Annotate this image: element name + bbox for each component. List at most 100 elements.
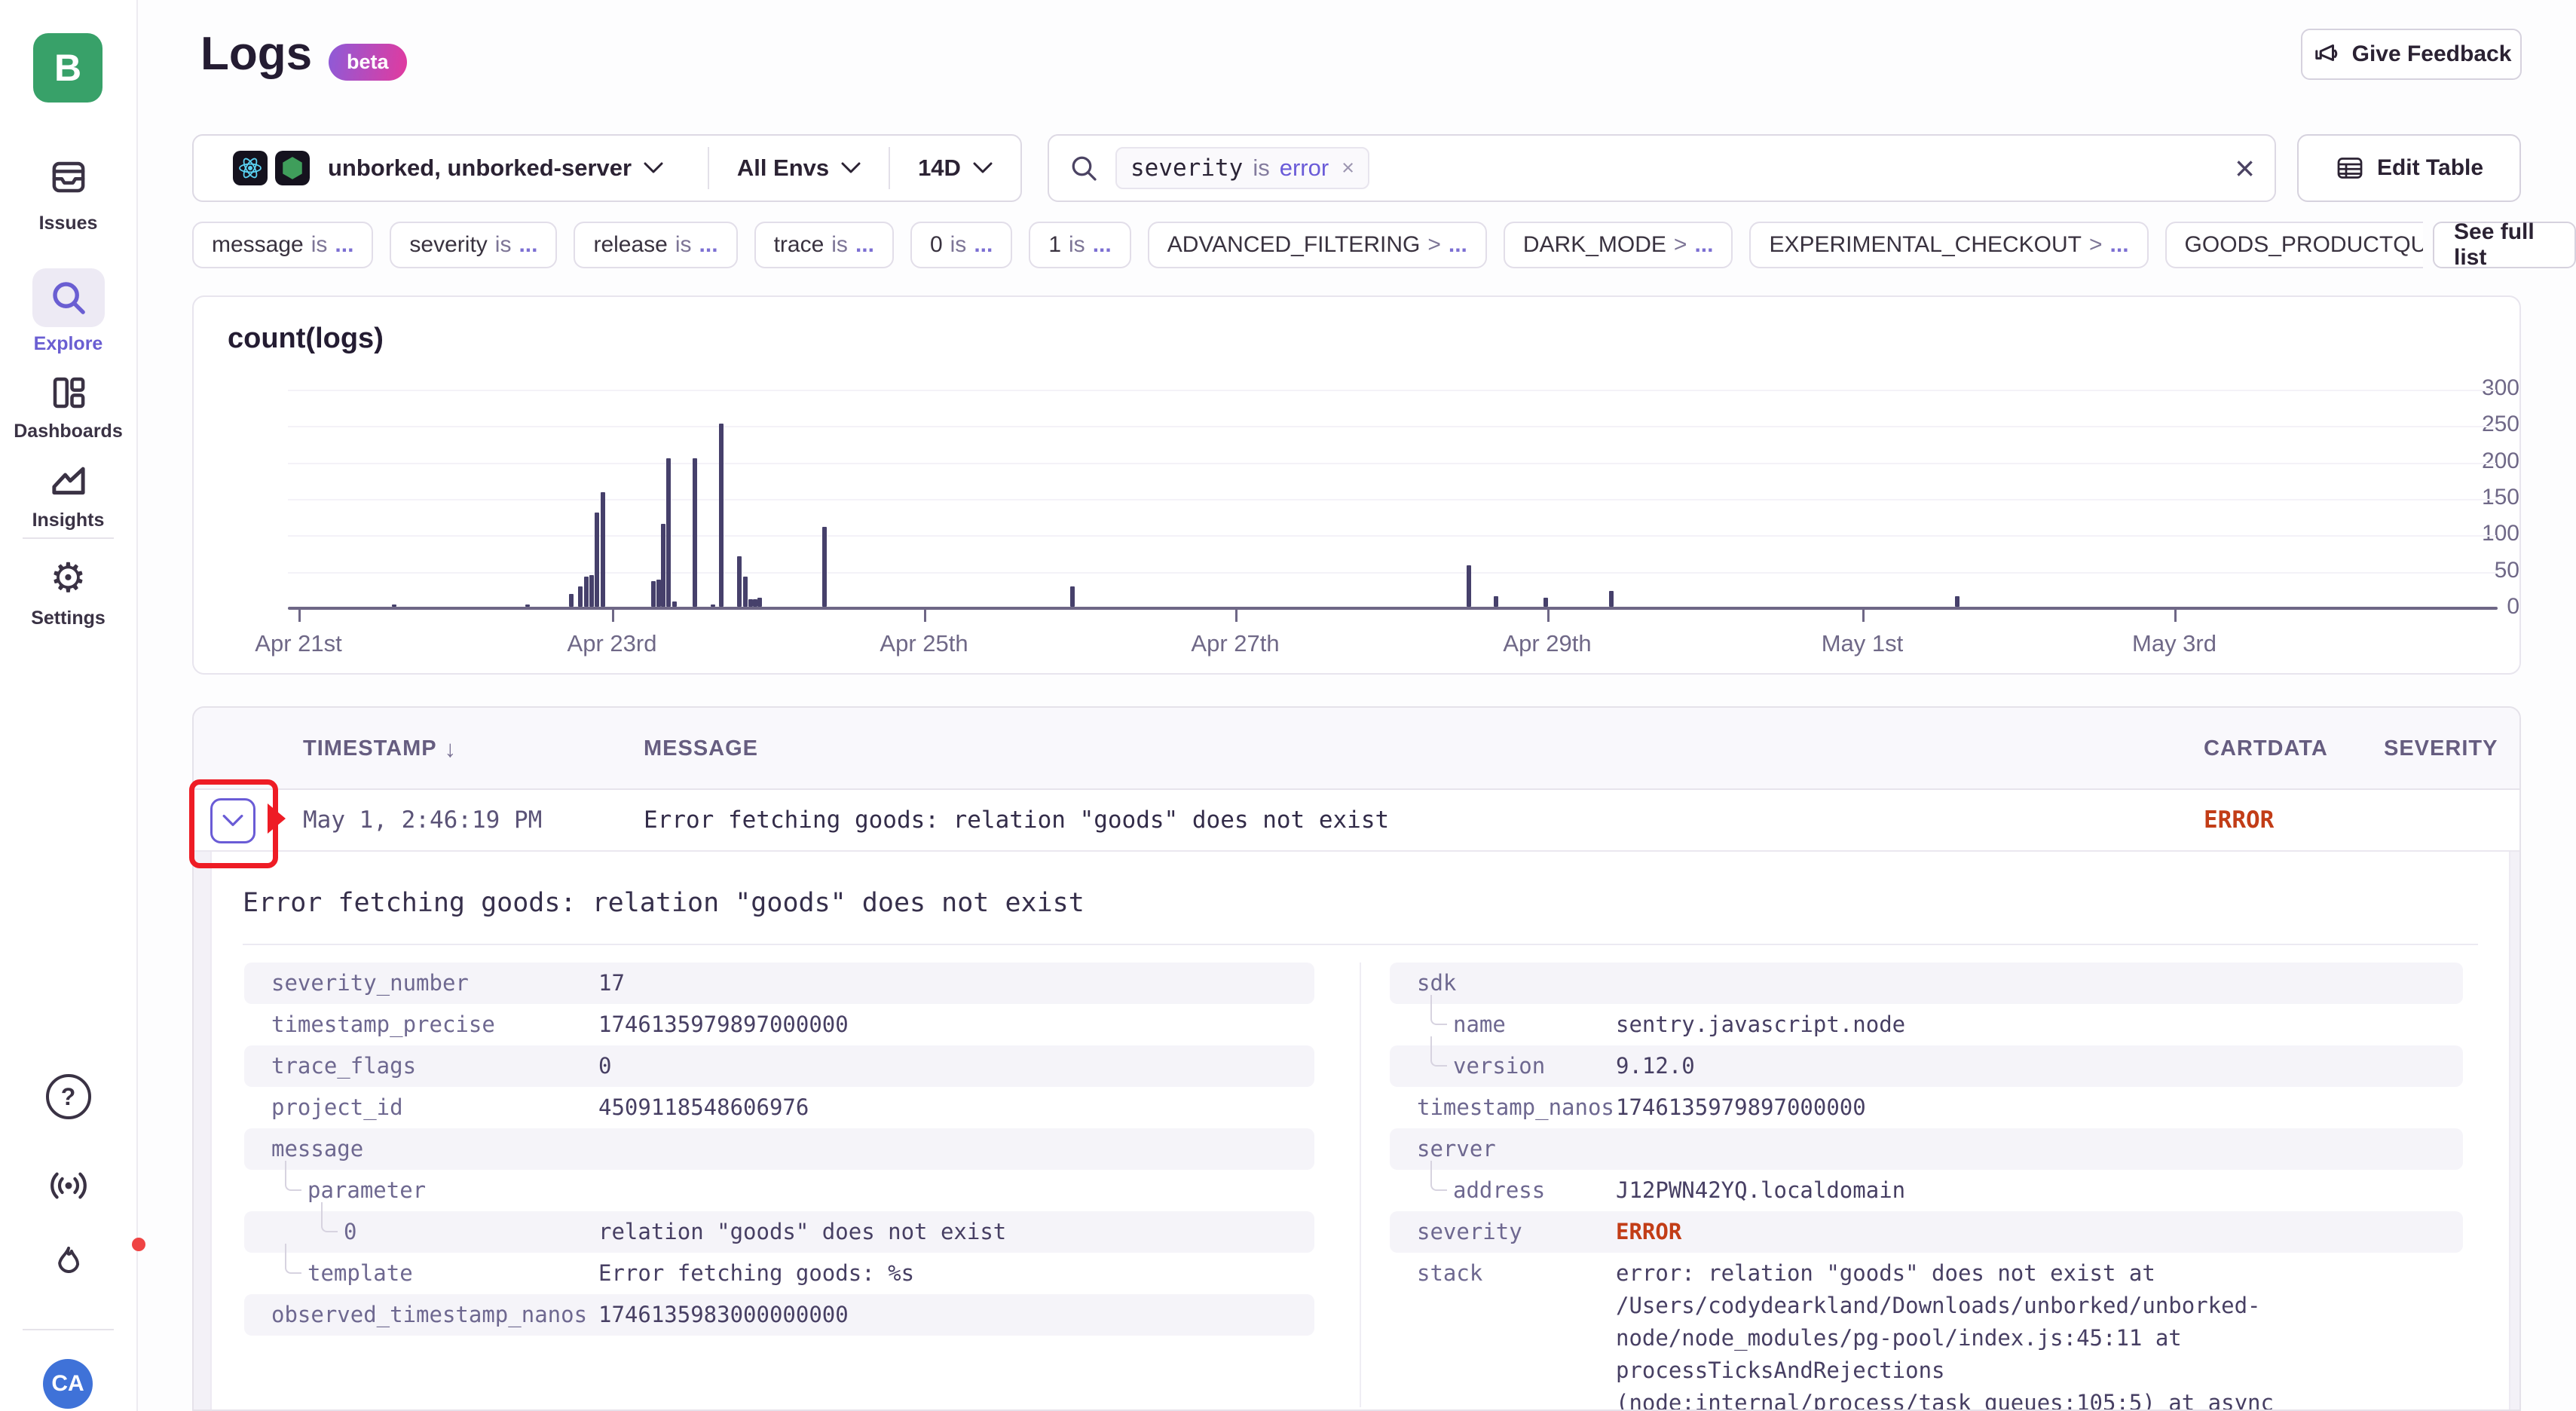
org-logo[interactable]: B — [33, 33, 102, 103]
filter-chip[interactable]: trace is ... — [754, 222, 894, 268]
chart-bar — [584, 577, 589, 607]
chart-bar — [1543, 598, 1548, 607]
filter-chip[interactable]: EXPERIMENTAL_CHECKOUT > ... — [1749, 222, 2148, 268]
x-tick — [1235, 610, 1238, 622]
attribute-row: template Error fetching goods: %s — [244, 1253, 1314, 1294]
chevron-down-icon — [644, 162, 663, 174]
give-feedback-button[interactable]: Give Feedback — [2301, 29, 2522, 80]
flame-icon — [47, 1242, 90, 1286]
search-clear-icon[interactable]: × — [2235, 151, 2255, 185]
attribute-key: timestamp_precise — [271, 1009, 598, 1041]
x-tick-label: Apr 21st — [255, 630, 341, 657]
sidebar-item-settings[interactable]: ⚙ Settings — [0, 555, 136, 629]
edit-table-button[interactable]: Edit Table — [2297, 134, 2521, 202]
sidebar-item-issues[interactable]: Issues — [0, 148, 136, 234]
attribute-key: severity_number — [271, 967, 598, 999]
filter-chip[interactable]: GOODS_PRODUCTQUERY > ... — [2165, 222, 2423, 268]
give-feedback-label: Give Feedback — [2352, 41, 2512, 67]
attribute-row: project_id 4509118548606976 — [244, 1087, 1314, 1128]
tree-elbow — [285, 1244, 301, 1274]
chip-key: severity — [409, 232, 487, 258]
chip-ellipsis: ... — [1694, 232, 1713, 258]
notification-dot — [132, 1238, 145, 1251]
tree-elbow — [321, 1202, 338, 1232]
attribute-row: severity ERROR — [1390, 1211, 2463, 1253]
environment-selector[interactable]: All Envs — [709, 155, 889, 182]
filter-chip[interactable]: 1 is ... — [1029, 222, 1130, 268]
date-range-selector[interactable]: 14D — [890, 155, 1020, 182]
filter-chip[interactable]: message is ... — [192, 222, 373, 268]
search-filter-token[interactable]: severity is error × — [1115, 147, 1369, 189]
table-icon — [2335, 153, 2365, 183]
table-header: TIMESTAMP ↓ MESSAGE CARTDATA SEVERITY — [194, 708, 2519, 790]
logs-table: TIMESTAMP ↓ MESSAGE CARTDATA SEVERITY Ma… — [192, 706, 2521, 1411]
attribute-value: 9.12.0 — [1616, 1050, 1695, 1082]
issues-icon — [32, 148, 105, 207]
help-button[interactable]: ? — [0, 1074, 136, 1119]
chart-bar — [737, 556, 742, 607]
sidebar-item-insights[interactable]: Insights — [0, 460, 136, 531]
edit-table-label: Edit Table — [2377, 155, 2483, 181]
project-selector[interactable]: unborked, unborked-server — [194, 151, 708, 185]
whats-new-button[interactable] — [0, 1165, 136, 1207]
chart-bar — [693, 458, 697, 607]
x-tick — [612, 610, 614, 622]
onboarding-button[interactable] — [0, 1242, 136, 1286]
attribute-key: parameter — [307, 1174, 598, 1207]
column-header-severity[interactable]: SEVERITY — [2384, 708, 2498, 790]
attribute-row: version 9.12.0 — [1390, 1045, 2463, 1087]
x-tick — [1862, 610, 1865, 622]
token-remove-icon[interactable]: × — [1342, 156, 1354, 181]
node-project-icon — [275, 151, 310, 185]
environment-selector-label: All Envs — [737, 155, 829, 182]
attribute-key: stack — [1417, 1257, 1616, 1411]
detail-divider — [243, 944, 2478, 945]
column-header-message[interactable]: MESSAGE — [644, 708, 758, 790]
column-header-timestamp[interactable]: TIMESTAMP ↓ — [303, 708, 457, 790]
user-avatar[interactable]: CA — [43, 1359, 93, 1409]
filter-chip[interactable]: DARK_MODE > ... — [1504, 222, 1733, 268]
logs-count-chart: count(logs) 300250200150100500 Apr 21stA… — [192, 295, 2521, 675]
log-row[interactable]: May 1, 2:46:19 PM Error fetching goods: … — [194, 790, 2519, 852]
sidebar-divider — [23, 1329, 114, 1330]
filter-chip[interactable]: ADVANCED_FILTERING > ... — [1148, 222, 1487, 268]
sidebar-item-explore[interactable]: Explore — [0, 268, 136, 355]
attribute-row: name sentry.javascript.node — [1390, 1004, 2463, 1045]
attribute-value: error: relation "goods" does not exist a… — [1616, 1257, 2279, 1411]
filter-chip[interactable]: 0 is ... — [910, 222, 1012, 268]
chip-key: release — [593, 232, 667, 258]
attribute-row: stack error: relation "goods" does not e… — [1390, 1253, 2463, 1411]
chip-key: trace — [774, 232, 825, 258]
attribute-key: name — [1453, 1009, 1616, 1041]
token-key: severity — [1130, 155, 1243, 182]
filter-chip-row: message is ... severity is ... release i… — [192, 222, 2423, 268]
chip-key: EXPERIMENTAL_CHECKOUT — [1769, 232, 2082, 258]
chip-key: ADVANCED_FILTERING — [1167, 232, 1421, 258]
gear-icon: ⚙ — [32, 555, 105, 601]
attribute-row: severity_number 17 — [244, 963, 1314, 1004]
chart-bar — [672, 601, 677, 607]
attribute-value: ERROR — [1616, 1216, 1681, 1248]
sidebar-item-label: Settings — [31, 608, 106, 629]
filter-chip[interactable]: release is ... — [574, 222, 737, 268]
attribute-key: 0 — [344, 1216, 598, 1248]
x-tick-label: May 1st — [1822, 630, 1904, 657]
filter-chip[interactable]: severity is ... — [390, 222, 557, 268]
insights-icon — [32, 460, 105, 503]
column-header-cartdata[interactable]: CARTDATA — [2204, 708, 2328, 790]
x-tick-label: Apr 29th — [1503, 630, 1591, 657]
sidebar-item-dashboards[interactable]: Dashboards — [0, 371, 136, 442]
attribute-value: J12PWN42YQ.localdomain — [1616, 1174, 1905, 1207]
sidebar: B Issues Explore Dashboards — [0, 0, 138, 1411]
see-full-list-button[interactable]: See full list — [2433, 222, 2576, 268]
chip-operator: > — [1427, 232, 1441, 258]
attribute-key: observed_timestamp_nanos — [271, 1299, 598, 1331]
search-input[interactable]: severity is error × × — [1048, 134, 2276, 202]
attribute-key: project_id — [271, 1091, 598, 1124]
react-project-icon — [233, 151, 268, 185]
attribute-key: address — [1453, 1174, 1616, 1207]
chip-operator: is — [495, 232, 512, 258]
chip-ellipsis: ... — [855, 232, 874, 258]
page-title: Logs — [200, 27, 312, 81]
chip-ellipsis: ... — [335, 232, 353, 258]
